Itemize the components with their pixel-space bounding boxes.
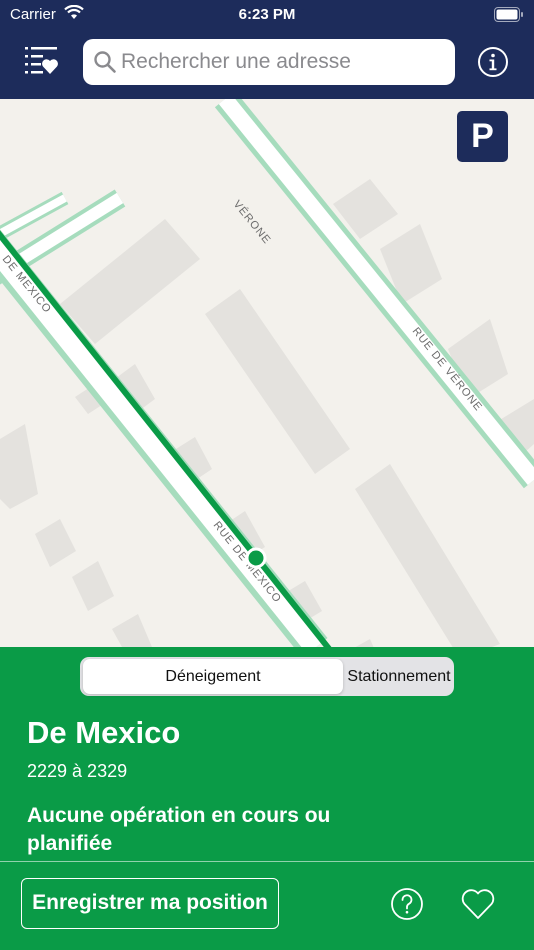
- map-canvas: VÉRONE RUE DE VÉRONE DE MEXICO RUE DE ME…: [0, 99, 534, 647]
- info-icon: [478, 47, 508, 77]
- search-box[interactable]: [83, 39, 455, 85]
- map-building: [205, 289, 350, 474]
- status-bar: Carrier 6:23 PM: [0, 0, 534, 30]
- nav-bar: [0, 30, 534, 99]
- map-building: [112, 614, 152, 647]
- map-building: [60, 219, 200, 344]
- parking-icon: P: [471, 117, 494, 155]
- map-building: [355, 639, 374, 647]
- info-button[interactable]: [477, 46, 509, 78]
- save-position-button[interactable]: Enregistrer ma position: [21, 878, 279, 929]
- street-label: VÉRONE: [231, 198, 274, 247]
- clock: 6:23 PM: [238, 6, 296, 23]
- street-name: De Mexico: [27, 715, 181, 750]
- tab-stationnement[interactable]: Stationnement: [346, 659, 452, 694]
- segmented-control: Déneigement Stationnement: [80, 657, 454, 696]
- favorites-list-icon: [25, 47, 58, 74]
- heart-icon: [461, 889, 495, 919]
- map-view[interactable]: VÉRONE RUE DE VÉRONE DE MEXICO RUE DE ME…: [0, 99, 534, 647]
- location-marker: [245, 547, 267, 569]
- map-building: [35, 519, 76, 567]
- battery-icon: [494, 7, 524, 26]
- map-building: [72, 561, 114, 611]
- search-input[interactable]: [121, 39, 446, 85]
- favorites-list-button[interactable]: [22, 44, 62, 80]
- address-range: 2229 à 2329: [27, 761, 128, 781]
- tab-deneigement[interactable]: Déneigement: [83, 659, 343, 694]
- street-info-panel: Déneigement Stationnement De Mexico 2229…: [0, 647, 534, 950]
- map-building: [355, 464, 500, 647]
- parking-button[interactable]: P: [457, 111, 508, 162]
- help-button[interactable]: [390, 887, 424, 921]
- help-icon: [391, 888, 423, 920]
- operation-status: Aucune opération en cours ou planifiée: [27, 804, 331, 855]
- divider: [0, 861, 534, 862]
- favorite-button[interactable]: [460, 887, 496, 921]
- search-icon: [93, 50, 117, 79]
- map-building: [0, 424, 38, 509]
